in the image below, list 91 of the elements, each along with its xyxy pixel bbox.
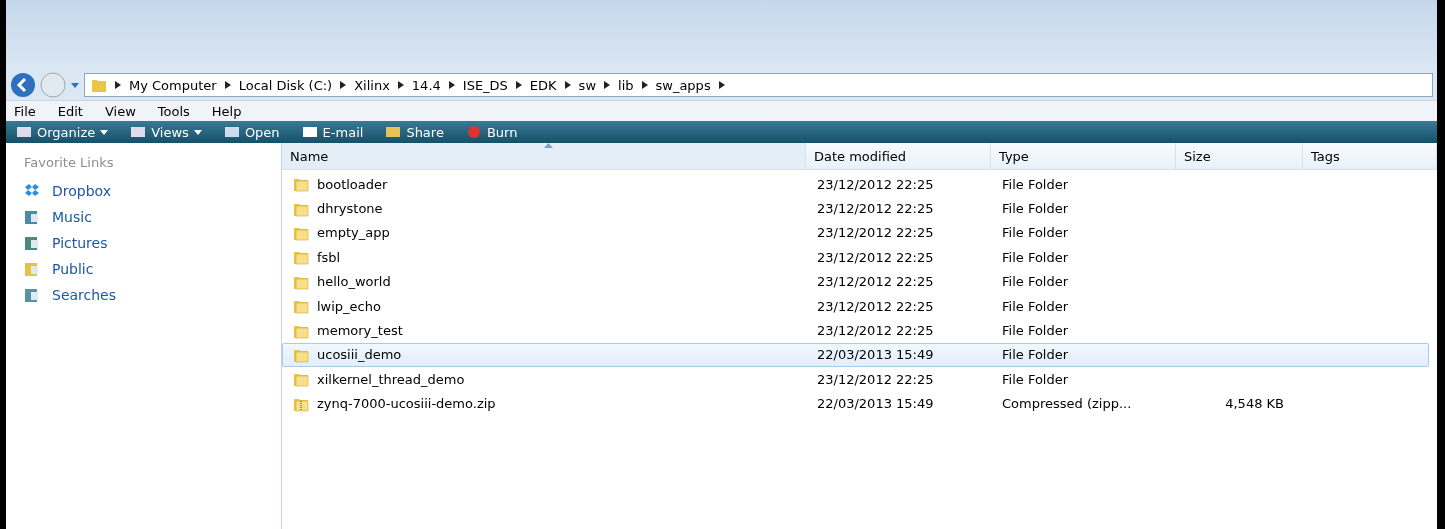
file-name: lwip_echo	[317, 298, 381, 314]
date-cell: 23/12/2012 22:25	[817, 298, 934, 314]
toolbar-button[interactable]: Organize	[14, 122, 111, 142]
type-cell: File Folder	[1002, 176, 1069, 192]
sidebar-link[interactable]: Music	[52, 209, 92, 225]
menu-item[interactable]: File	[14, 103, 36, 119]
sort-arrow-icon	[543, 143, 553, 148]
file-name: memory_test	[317, 323, 403, 339]
chevron-icon	[515, 81, 522, 89]
sidebar-link[interactable]: Public	[52, 261, 94, 277]
file-row[interactable]: lwip_echo 23/12/2012 22:25 File Folder	[282, 293, 1429, 319]
toolbar-button[interactable]: Burn	[463, 122, 520, 142]
date-cell: 23/12/2012 22:25	[817, 176, 934, 192]
file-row[interactable]: bootloader 23/12/2012 22:25 File Folder	[282, 172, 1429, 197]
box-icon	[24, 183, 40, 199]
column-header[interactable]: Size	[1176, 143, 1303, 169]
menu-item[interactable]: Tools	[157, 103, 190, 119]
toolbar-button[interactable]: Views	[128, 122, 204, 142]
envelope-icon	[301, 125, 318, 139]
file-row[interactable]: zynq-7000-ucosiii-demo.zip 22/03/2013 15:49 Compressed (zipp... 4,548 KB	[282, 391, 1429, 416]
chevron-icon	[641, 81, 648, 89]
date-cell: 23/12/2012 22:25	[817, 225, 934, 241]
file-row[interactable]: ucosiii_demo 22/03/2013 15:49 File Folder	[282, 342, 1429, 368]
file-name: empty_app	[317, 225, 390, 241]
toolbar-button[interactable]: Open	[221, 122, 282, 142]
menu-item[interactable]: Edit	[57, 103, 83, 119]
chevron-icon	[604, 81, 610, 89]
date-cell: 23/12/2012 22:25	[817, 201, 934, 217]
caret-icon	[100, 129, 109, 135]
file-row[interactable]: hello_world 23/12/2012 22:25 File Folder	[282, 269, 1429, 294]
size-cell: 4,548 KB	[1225, 396, 1284, 412]
address-bar[interactable]: My Computer Local Disk (C:) Xilinx 14.4 ISE_DS EDK sw lib sw_apps	[84, 73, 1433, 97]
breadcrumb[interactable]: sw	[578, 77, 596, 93]
file-name: fsbl	[317, 249, 341, 265]
column-header[interactable]: Type	[991, 143, 1176, 169]
chevron-icon	[340, 81, 347, 89]
file-name: zynq-7000-ucosiii-demo.zip	[317, 396, 496, 412]
type-cell: File Folder	[1002, 347, 1069, 363]
file-name: dhrystone	[317, 201, 383, 217]
column-header[interactable]: Name	[282, 143, 806, 169]
breadcrumb[interactable]: ISE_DS	[462, 77, 508, 93]
section-title: Favorite Links	[24, 155, 115, 170]
date-cell: 22/03/2013 15:49	[817, 347, 934, 363]
date-cell: 22/03/2013 15:49	[817, 396, 934, 412]
breadcrumb[interactable]: EDK	[529, 77, 557, 93]
file-row[interactable]: memory_test 23/12/2012 22:25 File Folder	[282, 318, 1429, 343]
file-name: hello_world	[317, 274, 391, 290]
history-dropdown-icon[interactable]	[70, 81, 80, 89]
breadcrumb[interactable]: 14.4	[411, 77, 441, 93]
column-header[interactable]: Tags	[1303, 143, 1437, 169]
type-cell: File Folder	[1002, 225, 1069, 241]
file-row[interactable]: fsbl 23/12/2012 22:25 File Folder	[282, 245, 1429, 270]
sidebar-link[interactable]: Searches	[52, 287, 116, 303]
chevron-icon	[224, 81, 231, 89]
file-row[interactable]: empty_app 23/12/2012 22:25 File Folder	[282, 220, 1429, 246]
disc-icon	[465, 125, 482, 139]
date-cell: 23/12/2012 22:25	[817, 249, 934, 265]
file-name: bootloader	[317, 176, 388, 192]
date-cell: 23/12/2012 22:25	[817, 323, 934, 339]
type-cell: File Folder	[1002, 274, 1069, 290]
sidebar-link[interactable]: Pictures	[52, 235, 108, 251]
file-row[interactable]: xilkernel_thread_demo 23/12/2012 22:25 File Folder	[282, 367, 1429, 392]
date-cell: 23/12/2012 22:25	[817, 371, 934, 387]
menu-item[interactable]: Help	[211, 103, 242, 119]
breadcrumb[interactable]: Xilinx	[354, 77, 390, 93]
toolbar-button[interactable]: Share	[383, 122, 446, 142]
type-cell: File Folder	[1002, 371, 1069, 387]
breadcrumb[interactable]: Local Disk (C:)	[238, 77, 333, 93]
type-cell: Compressed (zipp...	[1002, 396, 1132, 412]
toolbar-button[interactable]: E-mail	[299, 122, 366, 142]
chevron-icon	[718, 81, 725, 89]
chevron-icon	[115, 81, 121, 89]
type-cell: File Folder	[1002, 249, 1069, 265]
type-cell: File Folder	[1002, 323, 1069, 339]
breadcrumb[interactable]: sw_apps	[655, 77, 711, 93]
breadcrumb[interactable]: lib	[618, 77, 634, 93]
chevron-icon	[564, 81, 571, 89]
sidebar-link[interactable]: Dropbox	[52, 183, 111, 199]
type-cell: File Folder	[1002, 298, 1069, 314]
file-row[interactable]: dhrystone 23/12/2012 22:25 File Folder	[282, 196, 1429, 221]
back-button[interactable]	[10, 72, 36, 98]
date-cell: 23/12/2012 22:25	[817, 274, 934, 290]
type-cell: File Folder	[1002, 201, 1069, 217]
caret-icon	[193, 129, 202, 135]
menu-item[interactable]: View	[104, 103, 136, 119]
file-name: xilkernel_thread_demo	[317, 371, 465, 387]
chevron-icon	[397, 81, 404, 89]
column-header[interactable]: Date modified	[806, 143, 991, 169]
breadcrumb[interactable]: My Computer	[129, 77, 217, 93]
chevron-icon	[448, 81, 455, 89]
file-name: ucosiii_demo	[317, 347, 402, 363]
